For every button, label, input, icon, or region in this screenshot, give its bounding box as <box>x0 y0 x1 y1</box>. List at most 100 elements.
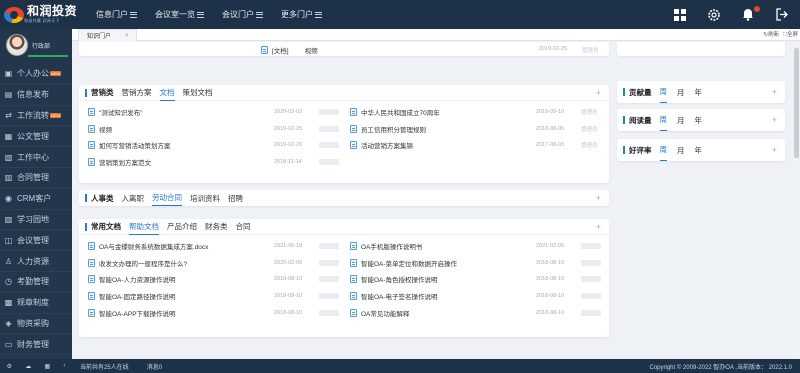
doc-title[interactable]: 智能OA-电子签名操作说明 <box>361 291 438 301</box>
tab-training[interactable]: 培训资料 <box>190 190 220 206</box>
settings-icon[interactable]: ⚙ <box>7 363 12 370</box>
doc-title[interactable]: 营销策划方案范文 <box>99 157 151 167</box>
collapse-sidebar-icon[interactable]: ‹ <box>63 363 65 369</box>
tab-marketing[interactable]: 营销类 <box>91 85 114 101</box>
add-icon[interactable]: + <box>772 115 777 125</box>
list-item[interactable]: 活动营销方案集锦 2017-08-03 管理员 <box>341 137 606 154</box>
list-item[interactable]: 员工信用积分管理规则 2018-08-05 管理员 <box>341 121 606 138</box>
sidebar-item[interactable]: ▤ 信息发布 <box>0 85 72 106</box>
sidebar-item[interactable]: ▦ 公文管理 <box>0 126 72 148</box>
grid-apps-icon[interactable] <box>672 7 688 23</box>
tab-week[interactable]: 周 <box>659 81 667 103</box>
refresh-button[interactable]: ↻刷新 <box>764 30 780 39</box>
sidebar-item[interactable]: ▥ 合同管理 <box>0 168 72 189</box>
add-icon[interactable]: + <box>596 222 601 232</box>
sidebar-item[interactable]: ◷ 考勤管理 <box>0 272 72 293</box>
user-profile[interactable]: 行政部 <box>0 29 72 61</box>
list-item[interactable]: 视频 2019-02-25 <box>79 121 344 138</box>
tab-recruitment[interactable]: 招聘 <box>228 190 243 206</box>
tab-hr[interactable]: 人事类 <box>91 190 114 206</box>
sidebar-item[interactable]: ▣ 个人办公 NEW <box>0 64 72 85</box>
list-item[interactable]: OA与金蝶财务系统数据集成方案.docx 2021-06-18 <box>79 238 344 255</box>
list-item[interactable]: 智能OA-电子签名操作说明 2018-08-10 <box>341 288 606 305</box>
doc-title[interactable]: 智能OA-菜单定位和数据开启操作 <box>361 258 457 268</box>
sidebar-item[interactable]: ◫ 会议管理 <box>0 230 72 252</box>
sidebar-item[interactable]: ▭ 财务管理 <box>0 334 72 356</box>
tab-planning-docs[interactable]: 策划文档 <box>183 85 213 101</box>
doc-title[interactable]: 视频 <box>305 45 318 55</box>
sidebar-item[interactable]: ⇄ 工作流转 NEW <box>0 106 72 127</box>
settings-gear-icon[interactable] <box>706 7 722 23</box>
doc-title[interactable]: 智能OA-APP下载操作说明 <box>99 308 176 318</box>
nav-info-portal[interactable]: 信息门户 <box>87 0 146 29</box>
list-item[interactable]: 收发文办理的一般程序是什么? 2020-02-05 <box>79 255 344 272</box>
doc-title[interactable]: 中华人民共和国成立70周年 <box>361 107 440 117</box>
online-count[interactable]: 当前共有25人在线 <box>80 362 129 371</box>
tab-marketing-plan[interactable]: 营销方案 <box>122 85 152 101</box>
list-item[interactable]: 智能OA-角色授权操作说明 2018-08-10 <box>341 271 606 288</box>
tab-month[interactable]: 月 <box>677 109 685 131</box>
tab-year[interactable]: 年 <box>695 139 703 161</box>
tab-knowledge-portal[interactable]: 知识门户 × <box>78 29 137 41</box>
list-item[interactable]: 智能OA-APP下载操作说明 2018-08-10 <box>79 304 344 321</box>
doc-title[interactable]: 如何写营销活动策划方案 <box>99 140 171 150</box>
tab-product-intro[interactable]: 产品介绍 <box>167 219 197 235</box>
list-item[interactable]: OA手机版操作说明书 2021-02-05 <box>341 238 606 255</box>
doc-title[interactable]: 视频 <box>99 124 112 134</box>
list-item[interactable]: 智能OA-固定路径操作说明 2018-08-10 <box>79 288 344 305</box>
new-badge: NEW <box>50 71 62 77</box>
tab-year[interactable]: 年 <box>695 109 703 131</box>
scrollbar-thumb[interactable] <box>794 48 799 158</box>
sidebar-item[interactable]: ▧ 工作中心 <box>0 147 72 168</box>
list-item[interactable]: 如何写营销活动策划方案 2019-02-20 <box>79 137 344 154</box>
nav-meeting-rooms[interactable]: 会议室一览 <box>146 0 213 29</box>
message-count[interactable]: 消息0 <box>147 362 162 371</box>
doc-title[interactable]: 智能OA-人力资源操作说明 <box>99 274 176 284</box>
doc-title[interactable]: 活动营销方案集锦 <box>361 140 413 150</box>
logout-icon[interactable] <box>774 7 790 23</box>
list-item[interactable]: 智能OA-人力资源操作说明 2018-08-10 <box>79 271 344 288</box>
doc-title[interactable]: "测试知识发布" <box>99 107 143 117</box>
tab-week[interactable]: 周 <box>659 109 667 131</box>
doc-title[interactable]: 智能OA-角色授权操作说明 <box>361 274 438 284</box>
cloud-icon[interactable]: ☁ <box>25 363 31 370</box>
notification-bell-icon[interactable] <box>740 5 760 23</box>
add-icon[interactable]: + <box>772 87 777 97</box>
tab-month[interactable]: 月 <box>677 139 685 161</box>
tab-help-docs[interactable]: 帮助文档 <box>129 219 159 235</box>
sidebar-item[interactable]: ▩ 规章制度 <box>0 293 72 314</box>
grid-icon[interactable]: ▦ <box>44 363 50 370</box>
list-item[interactable]: 智能OA-菜单定位和数据开启操作 2018-08-10 <box>341 255 606 272</box>
tab-year[interactable]: 年 <box>695 81 703 103</box>
close-icon[interactable]: × <box>125 33 129 39</box>
tab-labor-contract[interactable]: 劳动合同 <box>152 190 182 206</box>
tab-contracts[interactable]: 合同 <box>236 219 251 235</box>
list-item[interactable]: "测试知识发布" 2020-03-02 <box>79 104 344 121</box>
sidebar-item[interactable]: ♙ 人力资源 <box>0 251 72 272</box>
list-item[interactable]: 中华人民共和国成立70周年 2019-09-10 管理员 <box>341 104 606 121</box>
avatar[interactable] <box>6 34 28 56</box>
tab-finance[interactable]: 财务类 <box>205 219 228 235</box>
sidebar-item[interactable]: ◉ CRM客户 <box>0 189 72 210</box>
list-item[interactable]: 营销策划方案范文 2018-11-14 <box>79 154 344 171</box>
tab-documents[interactable]: 文档 <box>159 85 175 101</box>
doc-title[interactable]: OA常见功能解释 <box>361 308 409 318</box>
add-icon[interactable]: + <box>596 88 601 98</box>
nav-more-portals[interactable]: 更多门户 <box>272 0 331 29</box>
doc-title[interactable]: 收发文办理的一般程序是什么? <box>99 258 187 268</box>
tab-week[interactable]: 周 <box>659 139 667 161</box>
list-item[interactable]: OA常见功能解释 2018-08-10 <box>341 304 606 321</box>
tab-common-docs[interactable]: 常用文档 <box>91 219 121 235</box>
nav-meeting-portal[interactable]: 会议门户 <box>213 0 272 29</box>
doc-title[interactable]: 智能OA-固定路径操作说明 <box>99 291 176 301</box>
sidebar-item[interactable]: ▨ 学习园地 <box>0 210 72 231</box>
doc-title[interactable]: OA与金蝶财务系统数据集成方案.docx <box>99 241 208 251</box>
add-icon[interactable]: + <box>772 145 777 155</box>
add-icon[interactable]: + <box>596 193 601 203</box>
doc-title[interactable]: 员工信用积分管理规则 <box>361 124 426 134</box>
sidebar-item[interactable]: ◈ 物资采购 <box>0 314 72 335</box>
tab-month[interactable]: 月 <box>677 81 685 103</box>
tab-onboarding[interactable]: 入离职 <box>122 190 145 206</box>
doc-title[interactable]: OA手机版操作说明书 <box>361 241 422 251</box>
fullscreen-button[interactable]: ⛶全屏 <box>783 30 798 39</box>
